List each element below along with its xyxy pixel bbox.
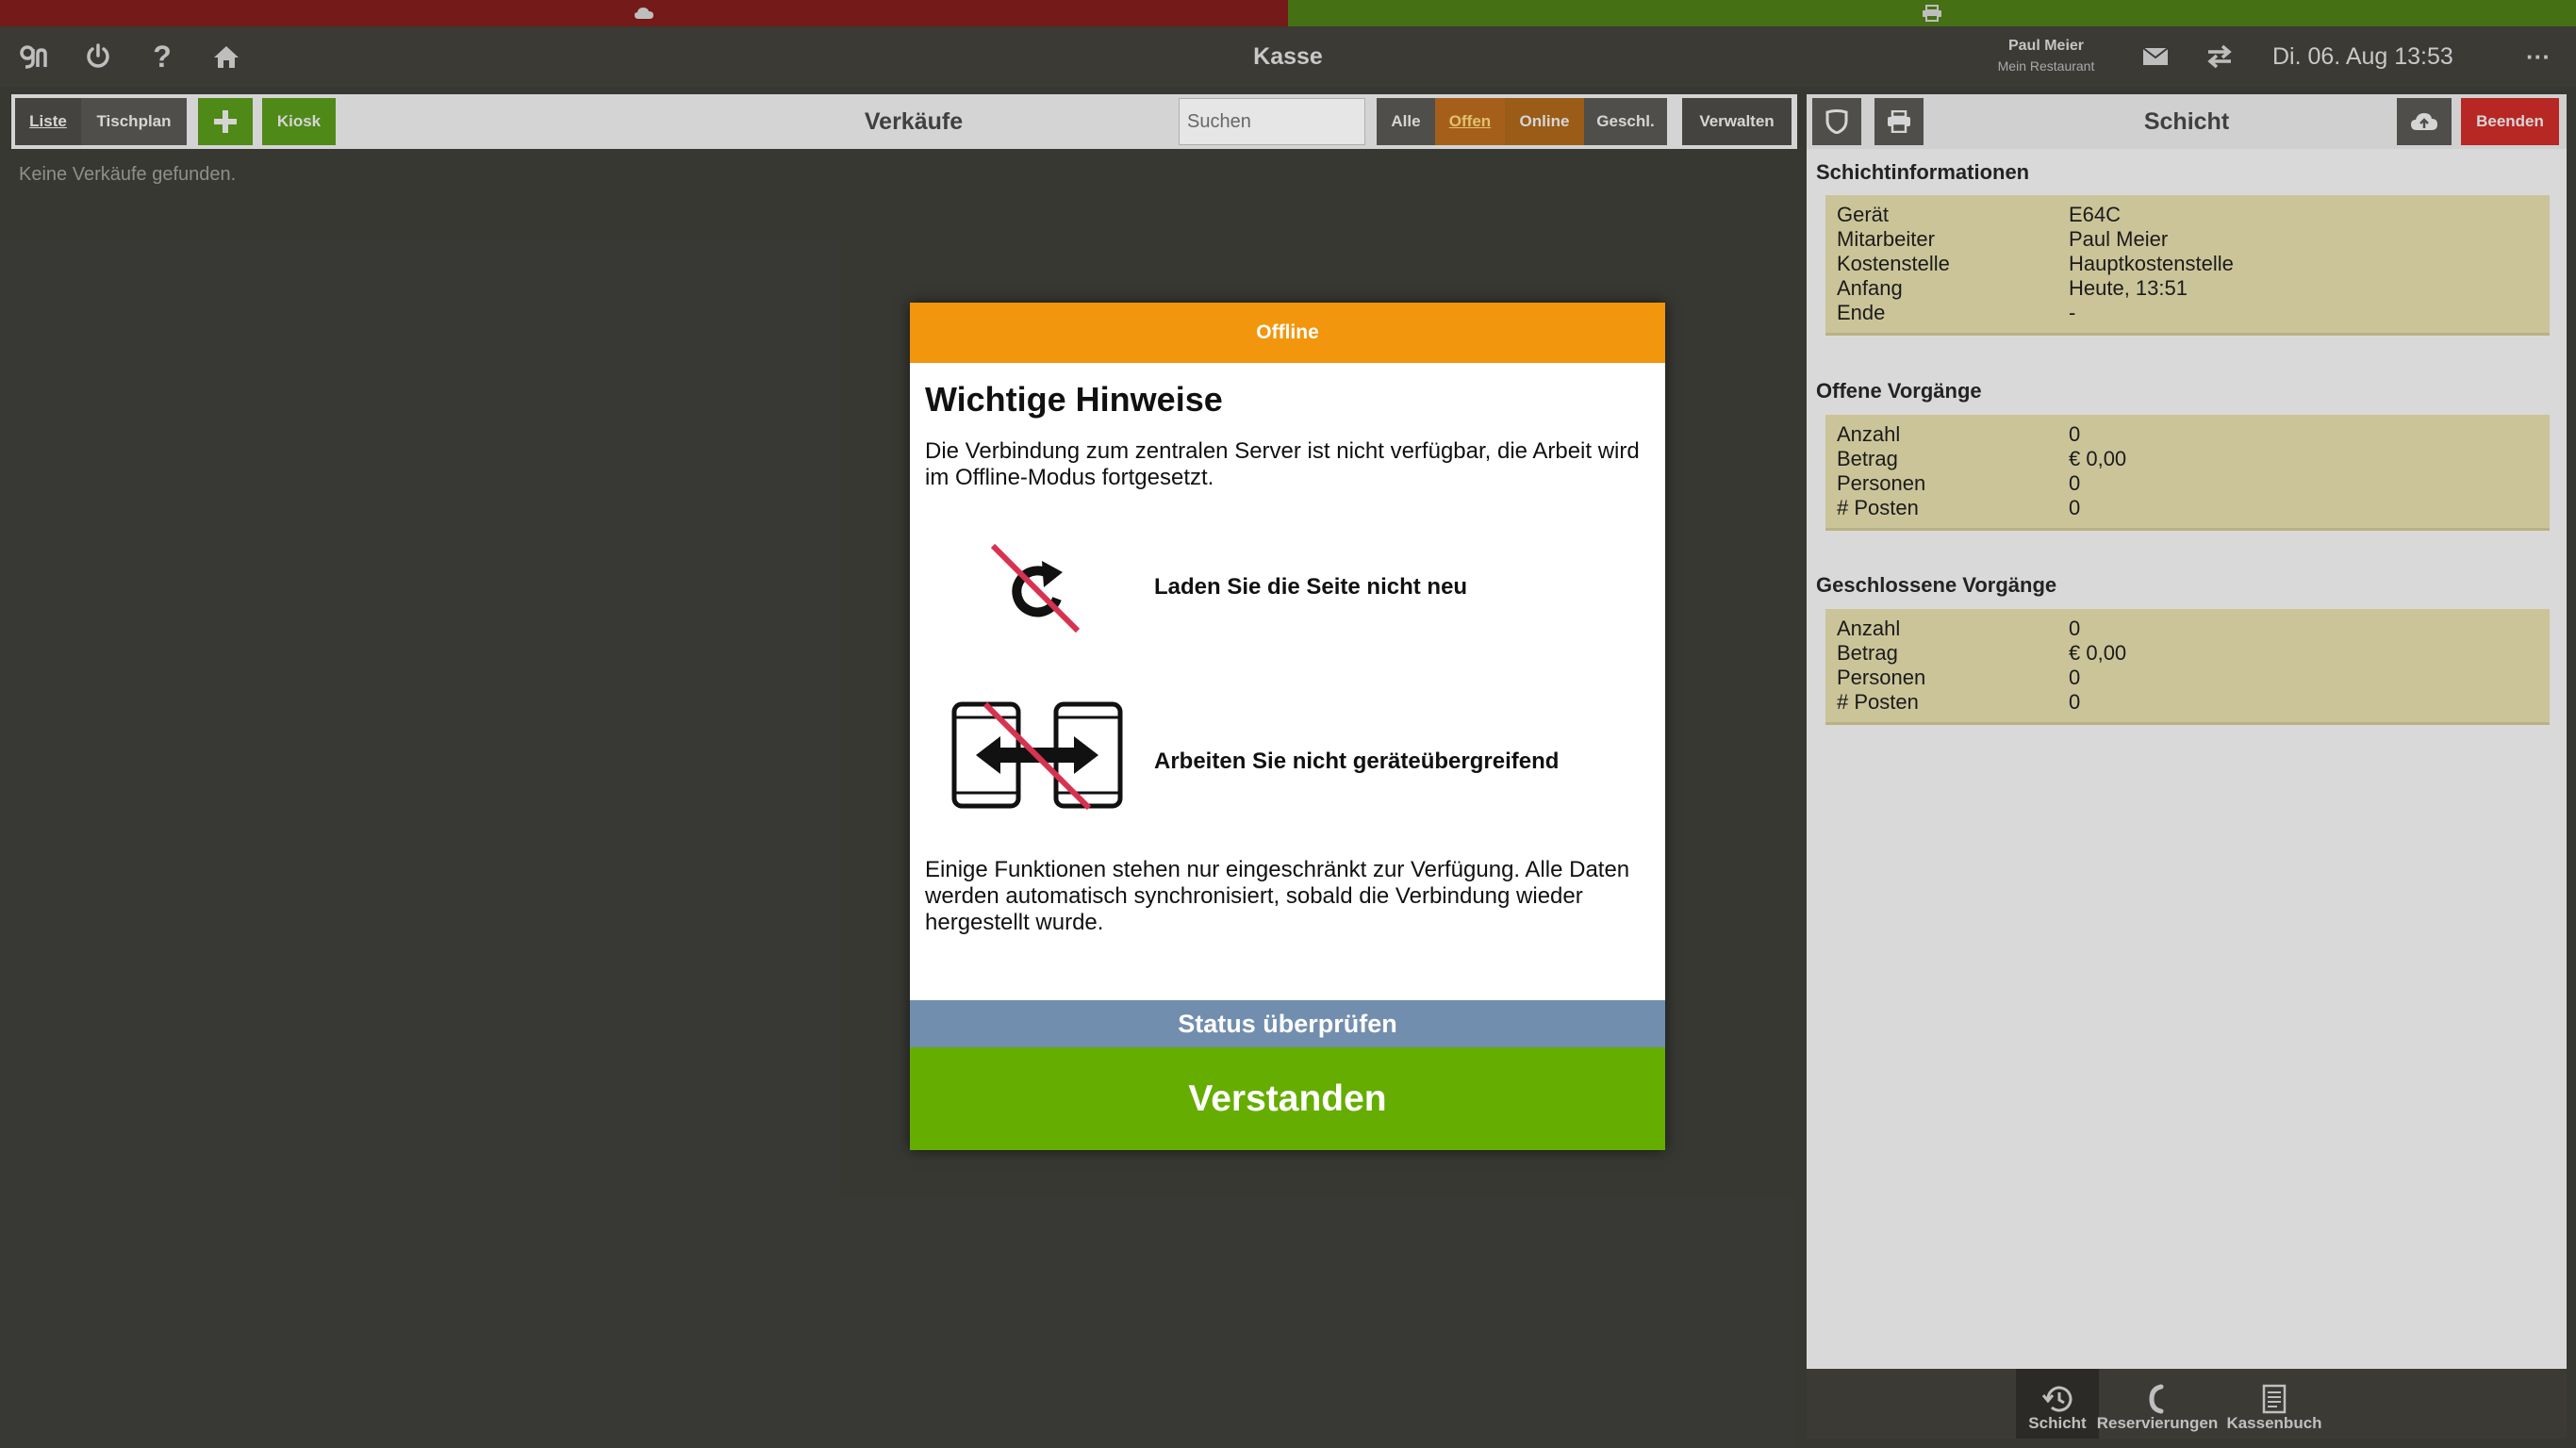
dialog-title: Wichtige Hinweise — [925, 380, 1223, 419]
offline-header: Offline — [910, 303, 1665, 363]
offline-dialog: Offline Wichtige Hinweise Die Verbindung… — [910, 303, 1665, 1150]
hint-no-reload: Laden Sie die Seite nicht neu — [1154, 574, 1468, 600]
confirm-button[interactable]: Verstanden — [910, 1047, 1665, 1150]
no-reload-icon — [990, 543, 1081, 634]
check-status-button[interactable]: Status überprüfen — [910, 1000, 1665, 1047]
dialog-intro: Die Verbindung zum zentralen Server ist … — [925, 438, 1640, 490]
no-cross-device-icon — [951, 701, 1123, 811]
hint-no-cross-device: Arbeiten Sie nicht geräteübergreifend — [1154, 749, 1560, 774]
dialog-outro: Einige Funktionen stehen nur eingeschrän… — [925, 857, 1630, 935]
